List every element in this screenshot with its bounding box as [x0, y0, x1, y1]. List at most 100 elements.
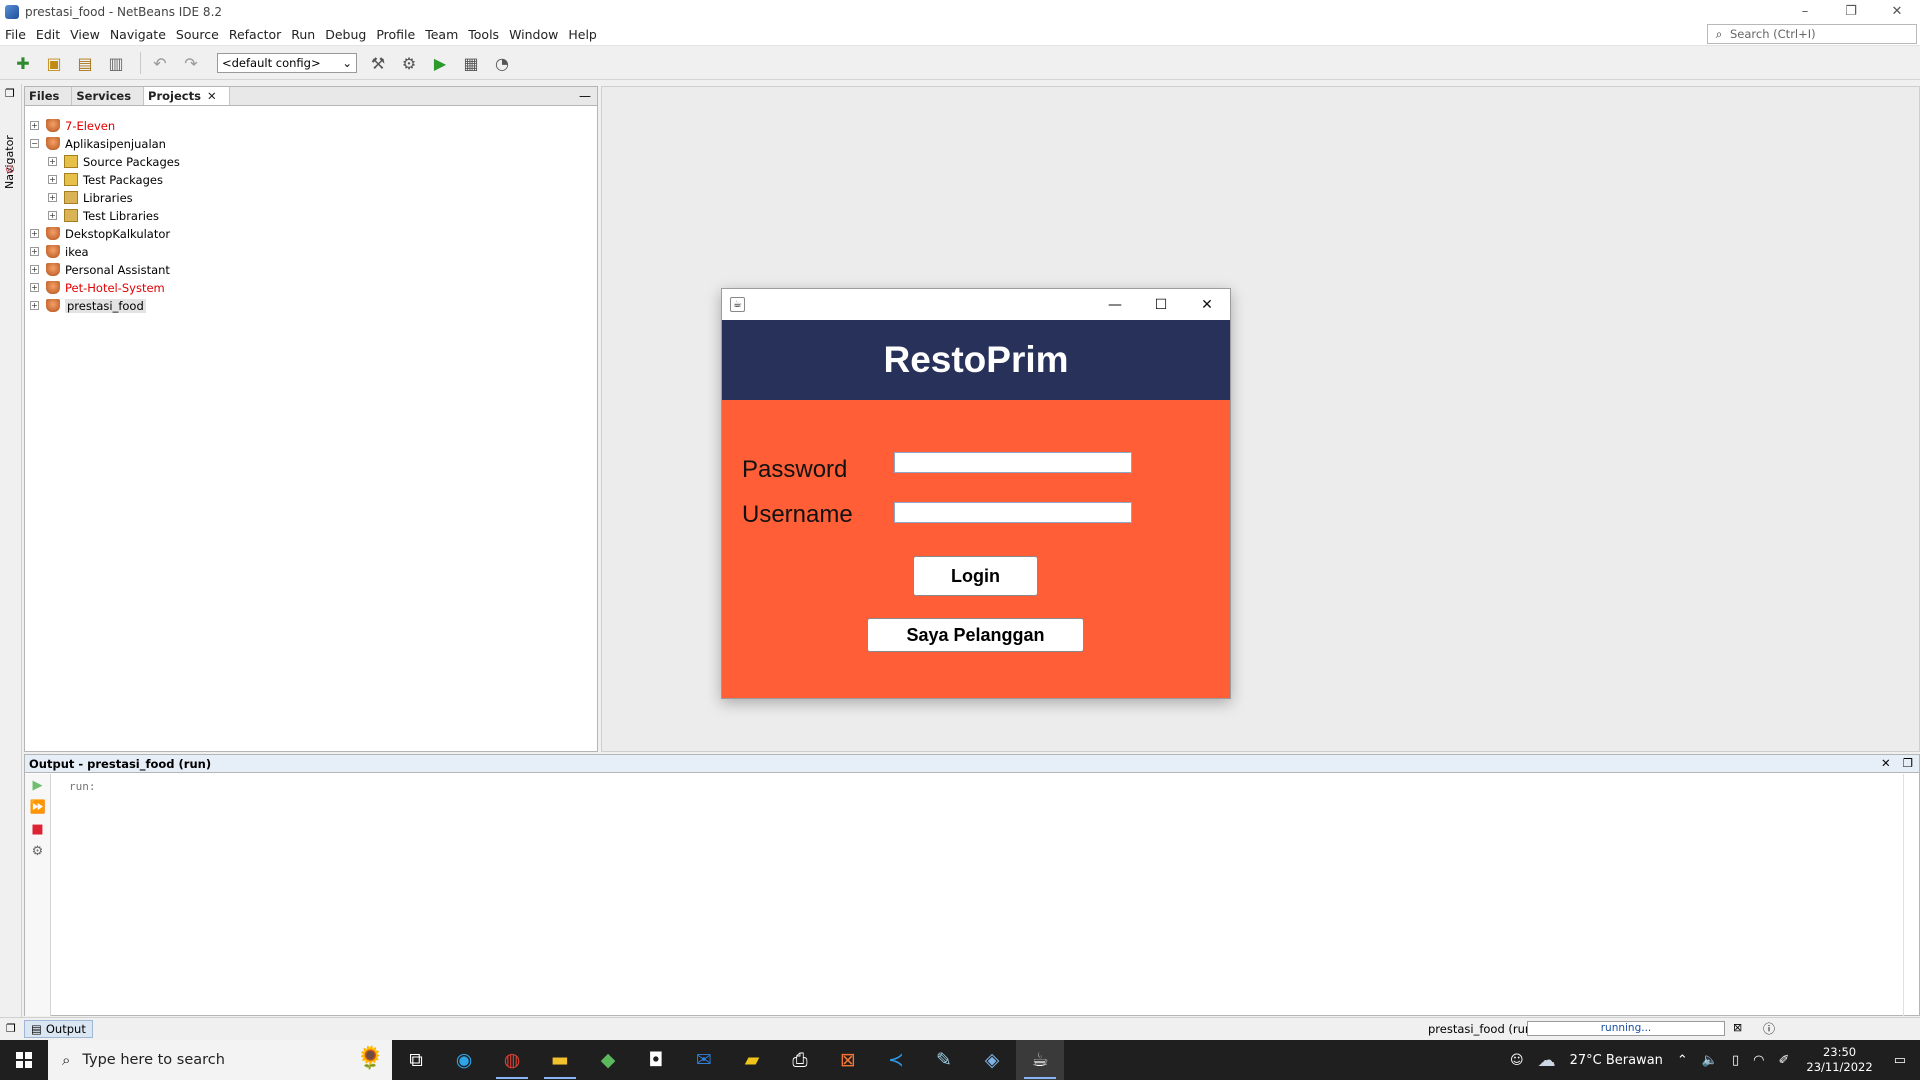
camera-icon[interactable]: ◘ — [632, 1040, 680, 1080]
tree-item-dekstopkalkulator[interactable]: + DekstopKalkulator — [30, 225, 170, 242]
menu-file[interactable]: File — [0, 27, 31, 42]
menu-navigate[interactable]: Navigate — [105, 27, 171, 42]
menu-view[interactable]: View — [65, 27, 105, 42]
restore-window-icon[interactable]: ❐ — [5, 87, 15, 100]
password-field[interactable] — [894, 452, 1132, 473]
file-explorer-icon[interactable]: ▬ — [536, 1040, 584, 1080]
tree-item-personal-assistant[interactable]: + Personal Assistant — [30, 261, 170, 278]
tree-item-test-packages[interactable]: + Test Packages — [48, 171, 163, 188]
app-layers-icon[interactable]: ◆ — [584, 1040, 632, 1080]
config-select[interactable]: <default config> ⌄ — [217, 53, 357, 73]
xampp-icon[interactable]: ⊠ — [824, 1040, 872, 1080]
minimize-panel-button[interactable]: — — [579, 89, 591, 103]
expand-icon[interactable]: + — [30, 265, 39, 274]
menu-source[interactable]: Source — [171, 27, 224, 42]
tab-files[interactable]: Files — [25, 87, 73, 105]
open-project-icon[interactable]: ▤ — [72, 50, 98, 76]
expand-icon[interactable]: + — [48, 175, 57, 184]
tree-item-source-packages[interactable]: + Source Packages — [48, 153, 180, 170]
clock[interactable]: 23:50 23/11/2022 — [1806, 1045, 1872, 1075]
expand-icon[interactable]: + — [30, 229, 39, 238]
tree-item-7-eleven[interactable]: + 7-Eleven — [30, 117, 115, 134]
clean-build-icon[interactable]: ⚙ — [396, 50, 422, 76]
restore-output-icon[interactable]: ❐ — [1903, 756, 1913, 770]
virtualbox-icon[interactable]: ◈ — [968, 1040, 1016, 1080]
battery-icon[interactable]: ▯ — [1732, 1053, 1739, 1068]
chevron-up-icon[interactable]: ⌃ — [1677, 1053, 1688, 1068]
dialog-close-button[interactable]: ✕ — [1184, 289, 1230, 320]
task-view-icon[interactable]: ⧉ — [392, 1040, 440, 1080]
rerun-icon[interactable]: ▶ — [30, 778, 46, 794]
build-hammer-icon[interactable]: ⚒ — [365, 50, 391, 76]
notifications-icon[interactable]: ⓘ — [1763, 1020, 1775, 1037]
start-button[interactable] — [0, 1040, 48, 1080]
volume-icon[interactable]: 🔈 — [1702, 1053, 1718, 1068]
tree-item-prestasi-food[interactable]: + prestasi_food — [30, 297, 146, 314]
undo-icon[interactable]: ↶ — [147, 50, 173, 76]
close-tab-icon[interactable]: ✕ — [207, 89, 217, 103]
edge-icon[interactable]: ◉ — [440, 1040, 488, 1080]
rerun-with-args-icon[interactable]: ⏩ — [30, 800, 46, 816]
chrome-icon[interactable]: ◍ — [488, 1040, 536, 1080]
notification-center-icon[interactable]: ▭ — [1894, 1053, 1906, 1068]
username-field[interactable] — [894, 502, 1132, 523]
tree-item-test-libraries[interactable]: + Test Libraries — [48, 207, 159, 224]
terminal-icon[interactable]: ▰ — [728, 1040, 776, 1080]
menu-tools[interactable]: Tools — [463, 27, 504, 42]
tree-item-pet-hotel-system[interactable]: + Pet-Hotel-System — [30, 279, 165, 296]
close-button[interactable]: ✕ — [1874, 0, 1920, 22]
customer-button[interactable]: Saya Pelanggan — [867, 618, 1084, 652]
menu-team[interactable]: Team — [420, 27, 463, 42]
taskbar-search[interactable]: ⌕ Type here to search 🌻 — [48, 1040, 392, 1080]
notepad-icon[interactable]: ✎ — [920, 1040, 968, 1080]
close-output-icon[interactable]: ✕ — [1881, 756, 1891, 770]
tab-services[interactable]: Services — [72, 87, 145, 105]
cancel-task-icon[interactable]: ⊠ — [1733, 1021, 1742, 1034]
collapse-icon[interactable]: − — [30, 139, 39, 148]
expand-icon[interactable]: + — [48, 211, 57, 220]
tree-item-aplikasipenjualan[interactable]: − Aplikasipenjualan — [30, 135, 166, 152]
weather-text[interactable]: 27°C Berawan — [1570, 1053, 1663, 1068]
printer-icon[interactable]: ⎙ — [776, 1040, 824, 1080]
output-minimized-tab[interactable]: ▤ Output — [24, 1020, 93, 1038]
expand-icon[interactable]: + — [30, 121, 39, 130]
tree-item-libraries[interactable]: + Libraries — [48, 189, 133, 206]
expand-icon[interactable]: + — [48, 193, 57, 202]
dialog-minimize-button[interactable]: — — [1092, 289, 1138, 320]
mail-icon[interactable]: ✉ — [680, 1040, 728, 1080]
wifi-icon[interactable]: ◠ — [1753, 1053, 1764, 1068]
menu-run[interactable]: Run — [286, 27, 320, 42]
save-all-icon[interactable]: ▥ — [103, 50, 129, 76]
restore-window-icon[interactable]: ❐ — [6, 1022, 16, 1035]
login-button[interactable]: Login — [913, 556, 1038, 596]
java-app-icon[interactable]: ☕ — [1016, 1040, 1064, 1080]
debug-icon[interactable]: ▦ — [458, 50, 484, 76]
redo-icon[interactable]: ↷ — [178, 50, 204, 76]
vscode-icon[interactable]: ≺ — [872, 1040, 920, 1080]
expand-icon[interactable]: + — [30, 283, 39, 292]
expand-icon[interactable]: + — [30, 247, 39, 256]
menu-window[interactable]: Window — [504, 27, 563, 42]
settings-icon[interactable]: ⚙ — [30, 844, 46, 860]
tree-item-ikea[interactable]: + ikea — [30, 243, 89, 260]
stop-icon[interactable]: ■ — [30, 822, 46, 838]
output-scrollbar[interactable] — [1903, 774, 1919, 1016]
restore-button[interactable]: ❐ — [1828, 0, 1874, 22]
menu-edit[interactable]: Edit — [31, 27, 65, 42]
menu-debug[interactable]: Debug — [320, 27, 371, 42]
expand-icon[interactable]: + — [48, 157, 57, 166]
tab-projects[interactable]: Projects ✕ — [144, 87, 230, 105]
new-project-icon[interactable]: ▣ — [41, 50, 67, 76]
new-file-icon[interactable]: ✚ — [10, 50, 36, 76]
menu-profile[interactable]: Profile — [371, 27, 420, 42]
minimize-button[interactable]: – — [1782, 0, 1828, 22]
people-icon[interactable]: ☺ — [1510, 1053, 1524, 1068]
ide-search-box[interactable]: ⌕ Search (Ctrl+I) — [1707, 24, 1917, 44]
pen-icon[interactable]: ✐ — [1779, 1053, 1790, 1068]
run-icon[interactable]: ▶ — [427, 50, 453, 76]
dialog-maximize-button[interactable]: ☐ — [1138, 289, 1184, 320]
menu-help[interactable]: Help — [563, 27, 602, 42]
expand-icon[interactable]: + — [30, 301, 39, 310]
menu-refactor[interactable]: Refactor — [224, 27, 286, 42]
profile-icon[interactable]: ◔ — [489, 50, 515, 76]
